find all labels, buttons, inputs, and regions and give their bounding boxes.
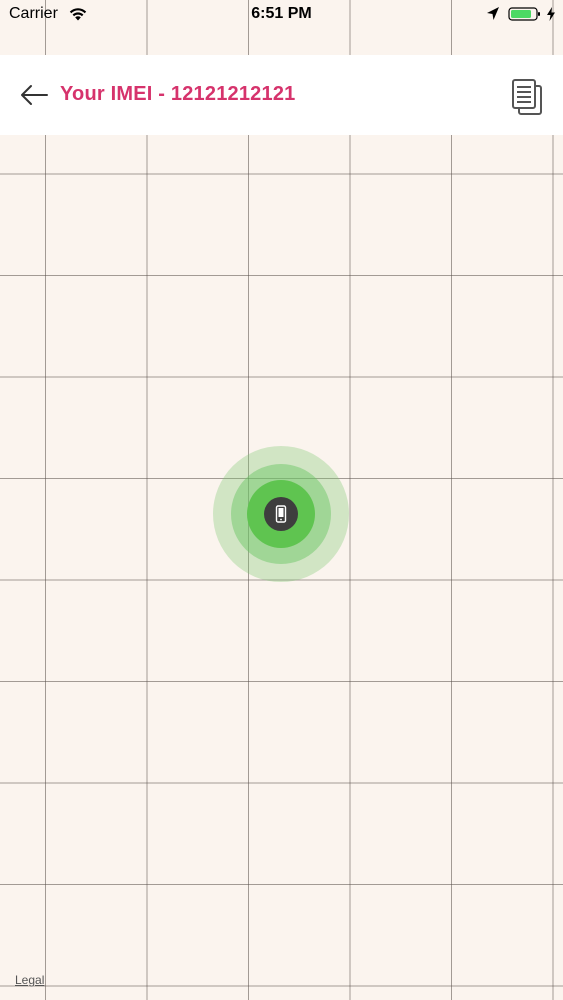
- copy-icon: [512, 79, 542, 115]
- status-bar: Carrier 6:51 PM: [0, 0, 563, 30]
- mobile-phone-icon: [275, 505, 287, 523]
- page-title: Your IMEI - 12121212121: [60, 83, 296, 105]
- back-button[interactable]: [14, 77, 54, 113]
- charging-bolt-icon: [547, 7, 555, 21]
- location-arrow-icon: [487, 7, 499, 20]
- battery-icon: [508, 7, 540, 21]
- app-header: Your IMEI - 12121212121: [0, 55, 563, 135]
- device-location-marker[interactable]: [213, 446, 349, 582]
- legal-link[interactable]: Legal: [15, 973, 44, 987]
- copy-button[interactable]: [505, 75, 549, 119]
- marker-center: [264, 497, 298, 531]
- back-arrow-icon: [21, 85, 48, 105]
- status-time: 6:51 PM: [251, 5, 312, 22]
